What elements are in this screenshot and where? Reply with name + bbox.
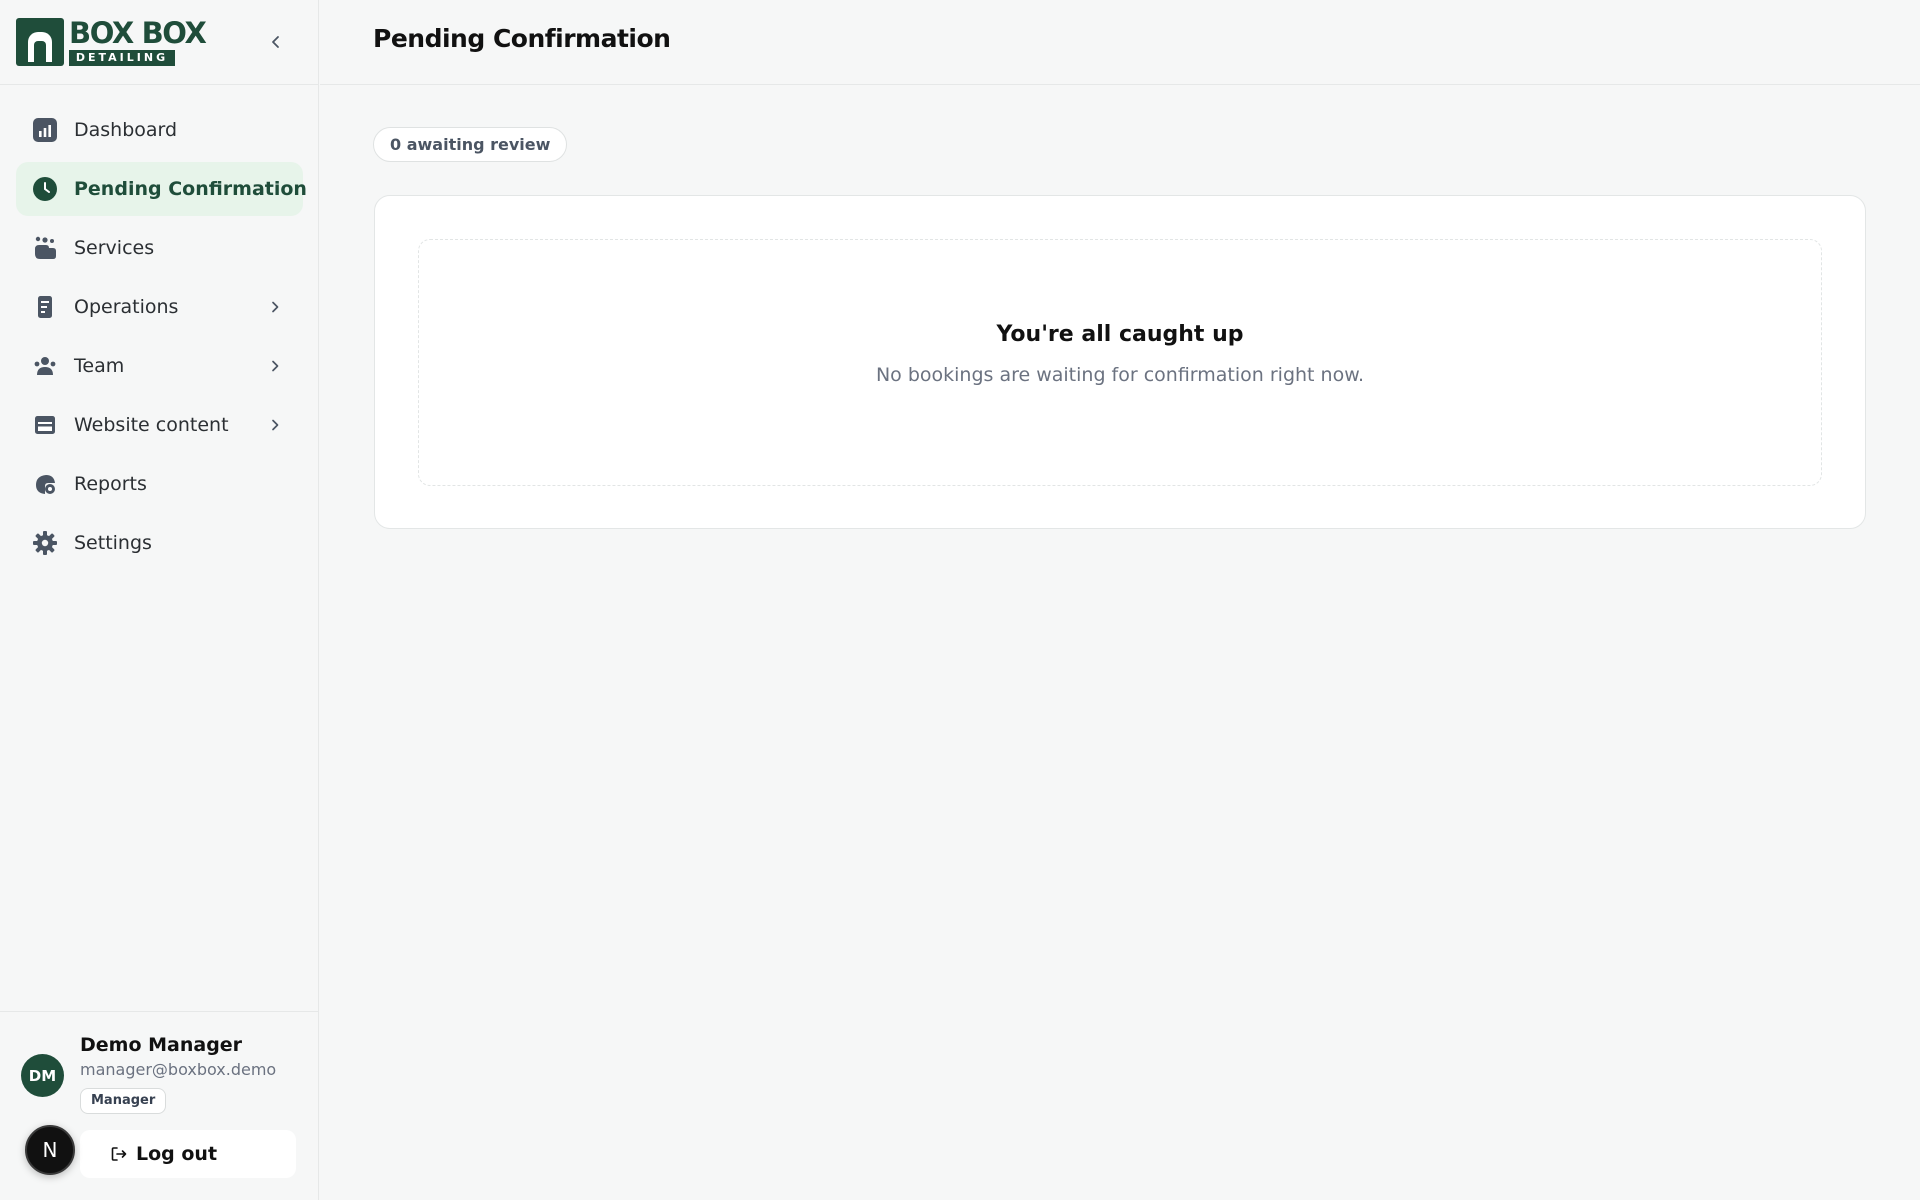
sidebar-item-operations[interactable]: Operations [16, 280, 303, 334]
sidebar-header: BOX BOX DETAILING [0, 0, 319, 85]
role-badge: Manager [80, 1088, 167, 1114]
user-email: manager@boxbox.demo [80, 1060, 277, 1079]
logo-wordmark: BOX BOX [69, 16, 207, 50]
sidebar-item-team[interactable]: Team [16, 339, 303, 393]
awaiting-review-count-badge: 0 awaiting review [373, 127, 568, 162]
sidebar-item-label: Services [74, 237, 155, 259]
logout-label: Log out [136, 1143, 218, 1165]
logout-button[interactable]: Log out [80, 1130, 296, 1178]
avatar[interactable]: DM [21, 1054, 64, 1097]
logo-subtitle: DETAILING [69, 50, 175, 66]
chevron-left-icon [272, 36, 279, 48]
page-title: Pending Confirmation [373, 24, 671, 53]
sidebar-item-label: Dashboard [74, 119, 178, 141]
user-name: Demo Manager [80, 1034, 243, 1056]
sidebar-item-label: Settings [74, 532, 152, 554]
empty-state-message: No bookings are waiting for confirmation… [875, 364, 1365, 386]
sidebar-item-settings[interactable]: Settings [16, 516, 303, 570]
reports-icon [32, 471, 58, 497]
clock-icon [32, 176, 58, 202]
empty-state: You're all caught up No bookings are wai… [418, 239, 1822, 486]
chevron-right-icon [265, 297, 285, 317]
sidebar-item-services[interactable]: Services [16, 221, 303, 275]
sidebar-item-pending-confirmation[interactable]: Pending Confirmation [16, 162, 307, 216]
empty-state-title: You're all caught up [996, 322, 1244, 347]
sidebar-item-label: Reports [74, 473, 147, 495]
bar-chart-icon [32, 117, 58, 143]
chevron-right-icon [265, 415, 285, 435]
sidebar-item-label: Operations [74, 296, 179, 318]
team-icon [32, 353, 58, 379]
logout-icon [110, 1145, 128, 1163]
browser-window-icon [32, 412, 58, 438]
pending-bookings-card: You're all caught up No bookings are wai… [374, 195, 1866, 529]
sidebar-item-label: Team [74, 355, 125, 377]
sidebar-item-reports[interactable]: Reports [16, 457, 303, 511]
gear-icon [32, 530, 58, 556]
sidebar-item-dashboard[interactable]: Dashboard [16, 103, 303, 157]
sidebar-item-label: Website content [74, 414, 229, 436]
collapse-sidebar-button[interactable] [264, 30, 288, 54]
sidebar-item-label: Pending Confirmation [74, 178, 307, 200]
document-icon [32, 294, 58, 320]
brand-logo[interactable]: BOX BOX DETAILING [16, 16, 207, 68]
chevron-right-icon [265, 356, 285, 376]
user-panel: DM Demo Manager manager@boxbox.demo Mana… [0, 1011, 319, 1200]
garage-logo-icon [16, 18, 64, 66]
sidebar-nav: Dashboard Pending Confirmation Services … [16, 103, 307, 575]
dev-tools-badge[interactable]: N [25, 1125, 75, 1175]
top-bar: Pending Confirmation [320, 0, 1920, 85]
hand-sparkle-icon [32, 235, 58, 261]
sidebar: BOX BOX DETAILING Dashboard Pending Conf… [0, 0, 319, 1200]
sidebar-item-website-content[interactable]: Website content [16, 398, 303, 452]
